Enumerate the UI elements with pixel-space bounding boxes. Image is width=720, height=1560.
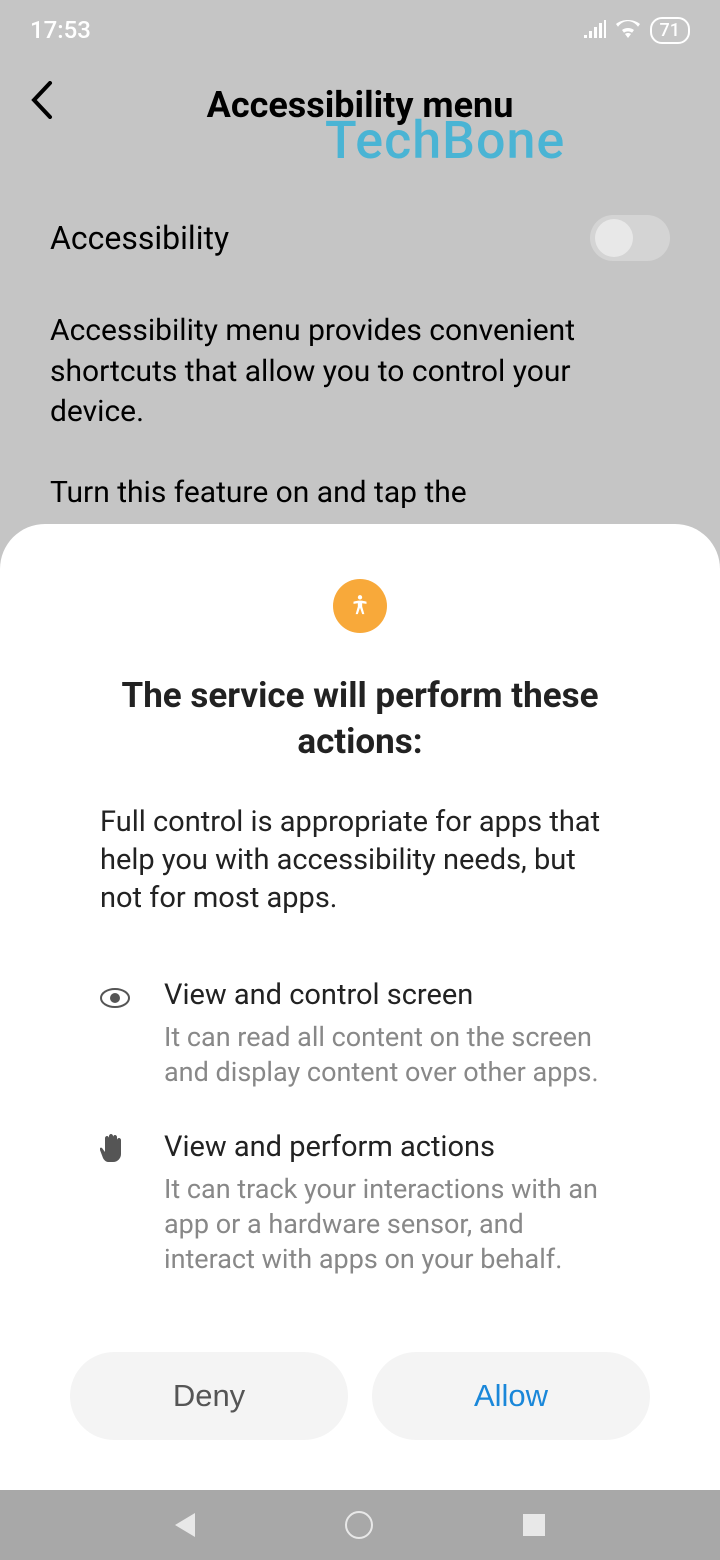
deny-button[interactable]: Deny — [70, 1352, 348, 1440]
battery-indicator: 71 — [650, 17, 690, 44]
permission-item-2: View and perform actions It can track yo… — [50, 1130, 670, 1277]
status-time: 17:53 — [30, 16, 91, 44]
hand-icon — [100, 1130, 138, 1277]
accessibility-toggle-row: Accessibility — [50, 215, 670, 261]
perm-2-title: View and perform actions — [164, 1130, 620, 1164]
dialog-buttons: Deny Allow — [50, 1352, 670, 1440]
permission-item-1: View and control screen It can read all … — [50, 978, 670, 1090]
description-2: Turn this feature on and tap the — [50, 473, 670, 514]
accessibility-toggle[interactable] — [590, 215, 670, 261]
eye-icon — [100, 978, 138, 1090]
settings-content: Accessibility Accessibility menu provide… — [0, 150, 720, 513]
back-button[interactable] — [30, 81, 54, 129]
signal-icon — [584, 16, 606, 44]
navigation-bar — [0, 1490, 720, 1560]
allow-button[interactable]: Allow — [372, 1352, 650, 1440]
permission-dialog: The service will perform these actions: … — [0, 524, 720, 1490]
accessibility-icon — [333, 579, 387, 633]
nav-home-button[interactable] — [345, 1511, 373, 1539]
description-1: Accessibility menu provides convenient s… — [50, 311, 670, 433]
accessibility-label: Accessibility — [50, 219, 229, 257]
perm-1-desc: It can read all content on the screen an… — [164, 1020, 620, 1090]
status-right: 71 — [584, 16, 690, 44]
watermark-text: TechBone — [325, 110, 565, 171]
status-bar: 17:53 71 — [0, 0, 720, 60]
dialog-title: The service will perform these actions: — [50, 673, 670, 764]
perm-1-title: View and control screen — [164, 978, 620, 1012]
perm-2-desc: It can track your interactions with an a… — [164, 1172, 620, 1277]
wifi-icon — [616, 16, 640, 44]
nav-back-button[interactable] — [175, 1513, 195, 1537]
dialog-subtitle: Full control is appropriate for apps tha… — [50, 804, 670, 917]
nav-recents-button[interactable] — [523, 1514, 545, 1536]
